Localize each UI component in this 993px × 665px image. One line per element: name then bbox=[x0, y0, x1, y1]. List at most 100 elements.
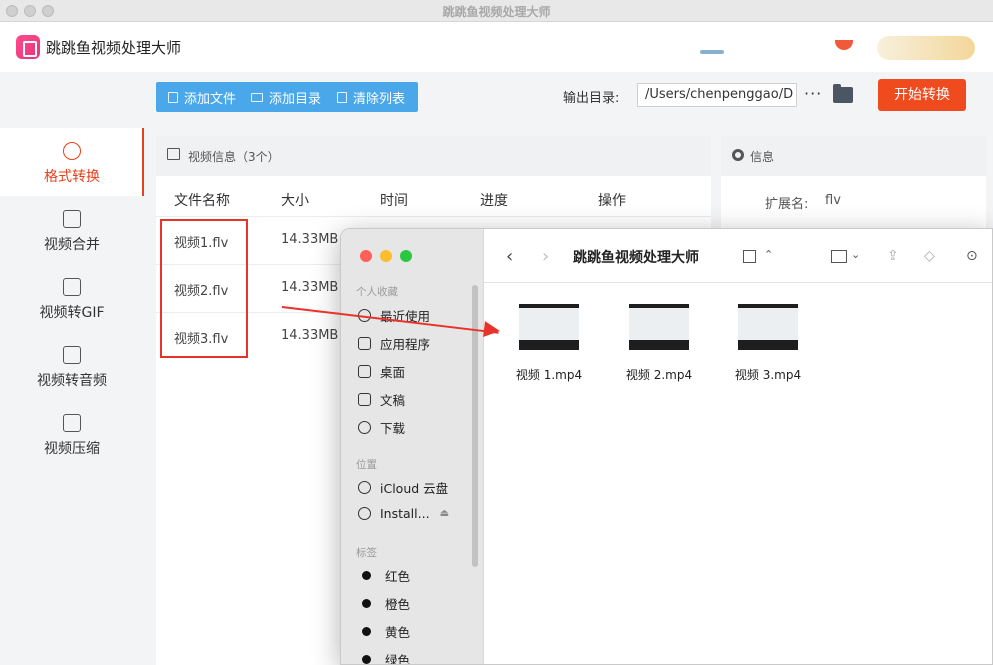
file-label: 视频 2.mp4 bbox=[625, 368, 693, 382]
open-folder-icon[interactable] bbox=[833, 84, 853, 103]
header-badge-icon[interactable] bbox=[835, 40, 853, 50]
finder-minimize-button[interactable] bbox=[380, 250, 392, 262]
sidebar-item-label: 桌面 bbox=[380, 365, 406, 380]
sidebar-item-video-merge[interactable]: 视频合并 bbox=[0, 196, 144, 264]
chevron-updown-icon[interactable]: ⌃ bbox=[764, 248, 773, 261]
video-info-title: 视频信息（3个） bbox=[188, 150, 280, 164]
merge-icon bbox=[63, 210, 81, 228]
desktop-icon bbox=[358, 365, 371, 378]
sidebar-item-icloud[interactable]: iCloud 云盘 bbox=[358, 478, 448, 497]
sidebar-item-tag-yellow[interactable]: 黄色 bbox=[358, 622, 410, 641]
output-directory-label: 输出目录: bbox=[563, 91, 620, 106]
clear-list-button[interactable]: 清除列表 bbox=[337, 82, 405, 112]
file-size-cell: 14.33MB bbox=[281, 280, 339, 295]
sidebar-item-label: 橙色 bbox=[385, 597, 411, 612]
file-size-cell: 14.33MB bbox=[281, 328, 339, 343]
tag-dot-icon bbox=[362, 627, 371, 636]
trash-icon bbox=[337, 91, 348, 103]
sidebar-item-label: 下载 bbox=[380, 421, 406, 436]
sidebar-item-label: 黄色 bbox=[385, 625, 411, 640]
cloud-icon bbox=[358, 481, 371, 494]
sidebar-item-tag-red[interactable]: 红色 bbox=[358, 566, 410, 585]
gear-icon bbox=[732, 149, 744, 161]
chevron-down-icon[interactable]: ⌄ bbox=[851, 248, 860, 261]
extension-value: flv bbox=[825, 193, 841, 208]
app-header: 跳跳鱼视频处理大师 bbox=[0, 22, 993, 72]
app-name: 跳跳鱼视频处理大师 bbox=[46, 39, 182, 57]
tag-dot-icon bbox=[362, 571, 371, 580]
more-options-icon[interactable]: ··· bbox=[804, 84, 822, 103]
eject-icon[interactable]: ⏏ bbox=[440, 508, 449, 519]
vip-banner[interactable] bbox=[877, 36, 975, 60]
folder-icon bbox=[251, 92, 264, 102]
sidebar-item-desktop[interactable]: 桌面 bbox=[358, 362, 405, 381]
header-decoration bbox=[700, 50, 724, 54]
sidebar-item-applications[interactable]: 应用程序 bbox=[358, 334, 430, 353]
disk-icon bbox=[358, 507, 371, 520]
finder-toolbar: ‹ › 跳跳鱼视频处理大师 ⌃ ⌄ ⇪ ◇ ⊙ bbox=[484, 229, 992, 283]
format-convert-icon bbox=[63, 142, 81, 160]
finder-zoom-button[interactable] bbox=[400, 250, 412, 262]
video-thumbnail bbox=[629, 304, 689, 350]
sidebar-item-tag-green[interactable]: 绿色 bbox=[358, 650, 411, 665]
gif-icon bbox=[63, 278, 81, 296]
extension-label: 扩展名: bbox=[765, 197, 809, 212]
sidebar-item-label: 视频转GIF bbox=[39, 305, 105, 321]
locations-header: 位置 bbox=[356, 459, 377, 471]
file-label: 视频 3.mp4 bbox=[734, 368, 802, 382]
video-thumbnail bbox=[519, 304, 579, 350]
sidebar-item-install[interactable]: Install... ⏏ bbox=[358, 506, 449, 521]
sidebar-item-downloads[interactable]: 下载 bbox=[358, 418, 405, 437]
icon-view-icon[interactable] bbox=[743, 250, 756, 263]
finder-sidebar: 个人收藏 最近使用 应用程序 桌面 文稿 下载 位置 iCloud 云盘 Ins… bbox=[341, 229, 484, 665]
tags-header: 标签 bbox=[356, 547, 377, 559]
file-size-cell: 14.33MB bbox=[281, 232, 339, 247]
forward-arrow-icon[interactable]: › bbox=[542, 246, 549, 267]
window-title: 跳跳鱼视频处理大师 bbox=[442, 5, 551, 19]
tag-dot-icon bbox=[362, 655, 371, 664]
download-icon bbox=[358, 421, 371, 434]
sidebar-scrollbar[interactable] bbox=[472, 285, 478, 567]
sidebar-item-tag-orange[interactable]: 橙色 bbox=[358, 594, 410, 613]
back-arrow-icon[interactable]: ‹ bbox=[506, 246, 513, 267]
finder-title: 跳跳鱼视频处理大师 bbox=[573, 250, 699, 266]
column-header-size: 大小 bbox=[281, 193, 309, 209]
sidebar-item-video-compress[interactable]: 视频压缩 bbox=[0, 400, 144, 468]
column-header-progress: 进度 bbox=[480, 193, 508, 209]
sidebar-item-label: 视频合并 bbox=[44, 237, 100, 253]
video-info-header: 视频信息（3个） bbox=[156, 136, 711, 176]
video-thumbnail bbox=[738, 304, 798, 350]
sidebar-item-video-to-audio[interactable]: 视频转音频 bbox=[0, 332, 144, 400]
share-icon[interactable]: ⇪ bbox=[887, 248, 899, 264]
add-file-label: 添加文件 bbox=[184, 91, 237, 107]
sidebar-item-label: 绿色 bbox=[385, 653, 411, 665]
output-path-field[interactable]: /Users/chenpenggao/D bbox=[637, 83, 797, 107]
applications-icon bbox=[358, 337, 371, 350]
start-convert-button[interactable]: 开始转换 bbox=[878, 79, 966, 111]
info-header: 信息 bbox=[721, 136, 986, 176]
column-header-filename: 文件名称 bbox=[174, 193, 230, 209]
audio-icon bbox=[63, 346, 81, 364]
tag-icon[interactable]: ◇ bbox=[924, 248, 935, 264]
clear-list-label: 清除列表 bbox=[353, 91, 406, 107]
sidebar-item-label: 文稿 bbox=[380, 393, 406, 408]
sidebar-item-label: iCloud 云盘 bbox=[380, 481, 449, 496]
group-icon[interactable] bbox=[831, 250, 847, 263]
column-header-time: 时间 bbox=[380, 193, 408, 209]
file-label: 视频 1.mp4 bbox=[515, 368, 583, 382]
annotation-highlight-box bbox=[160, 219, 248, 358]
file-toolbar: 添加文件 添加目录 清除列表 bbox=[156, 82, 418, 112]
more-actions-icon[interactable]: ⊙ bbox=[966, 248, 978, 264]
sidebar-item-documents[interactable]: 文稿 bbox=[358, 390, 405, 409]
add-file-button[interactable]: 添加文件 bbox=[168, 82, 236, 112]
window-titlebar: 跳跳鱼视频处理大师 bbox=[0, 0, 993, 22]
info-title: 信息 bbox=[750, 150, 775, 164]
document-icon bbox=[358, 393, 371, 406]
sidebar-item-label: 红色 bbox=[385, 569, 411, 584]
finder-window: 个人收藏 最近使用 应用程序 桌面 文稿 下载 位置 iCloud 云盘 Ins… bbox=[340, 228, 993, 665]
sidebar-item-format-convert[interactable]: 格式转换 bbox=[0, 128, 144, 196]
add-directory-button[interactable]: 添加目录 bbox=[251, 82, 321, 112]
sidebar-item-video-to-gif[interactable]: 视频转GIF bbox=[0, 264, 144, 332]
finder-close-button[interactable] bbox=[360, 250, 372, 262]
compress-icon bbox=[63, 414, 81, 432]
